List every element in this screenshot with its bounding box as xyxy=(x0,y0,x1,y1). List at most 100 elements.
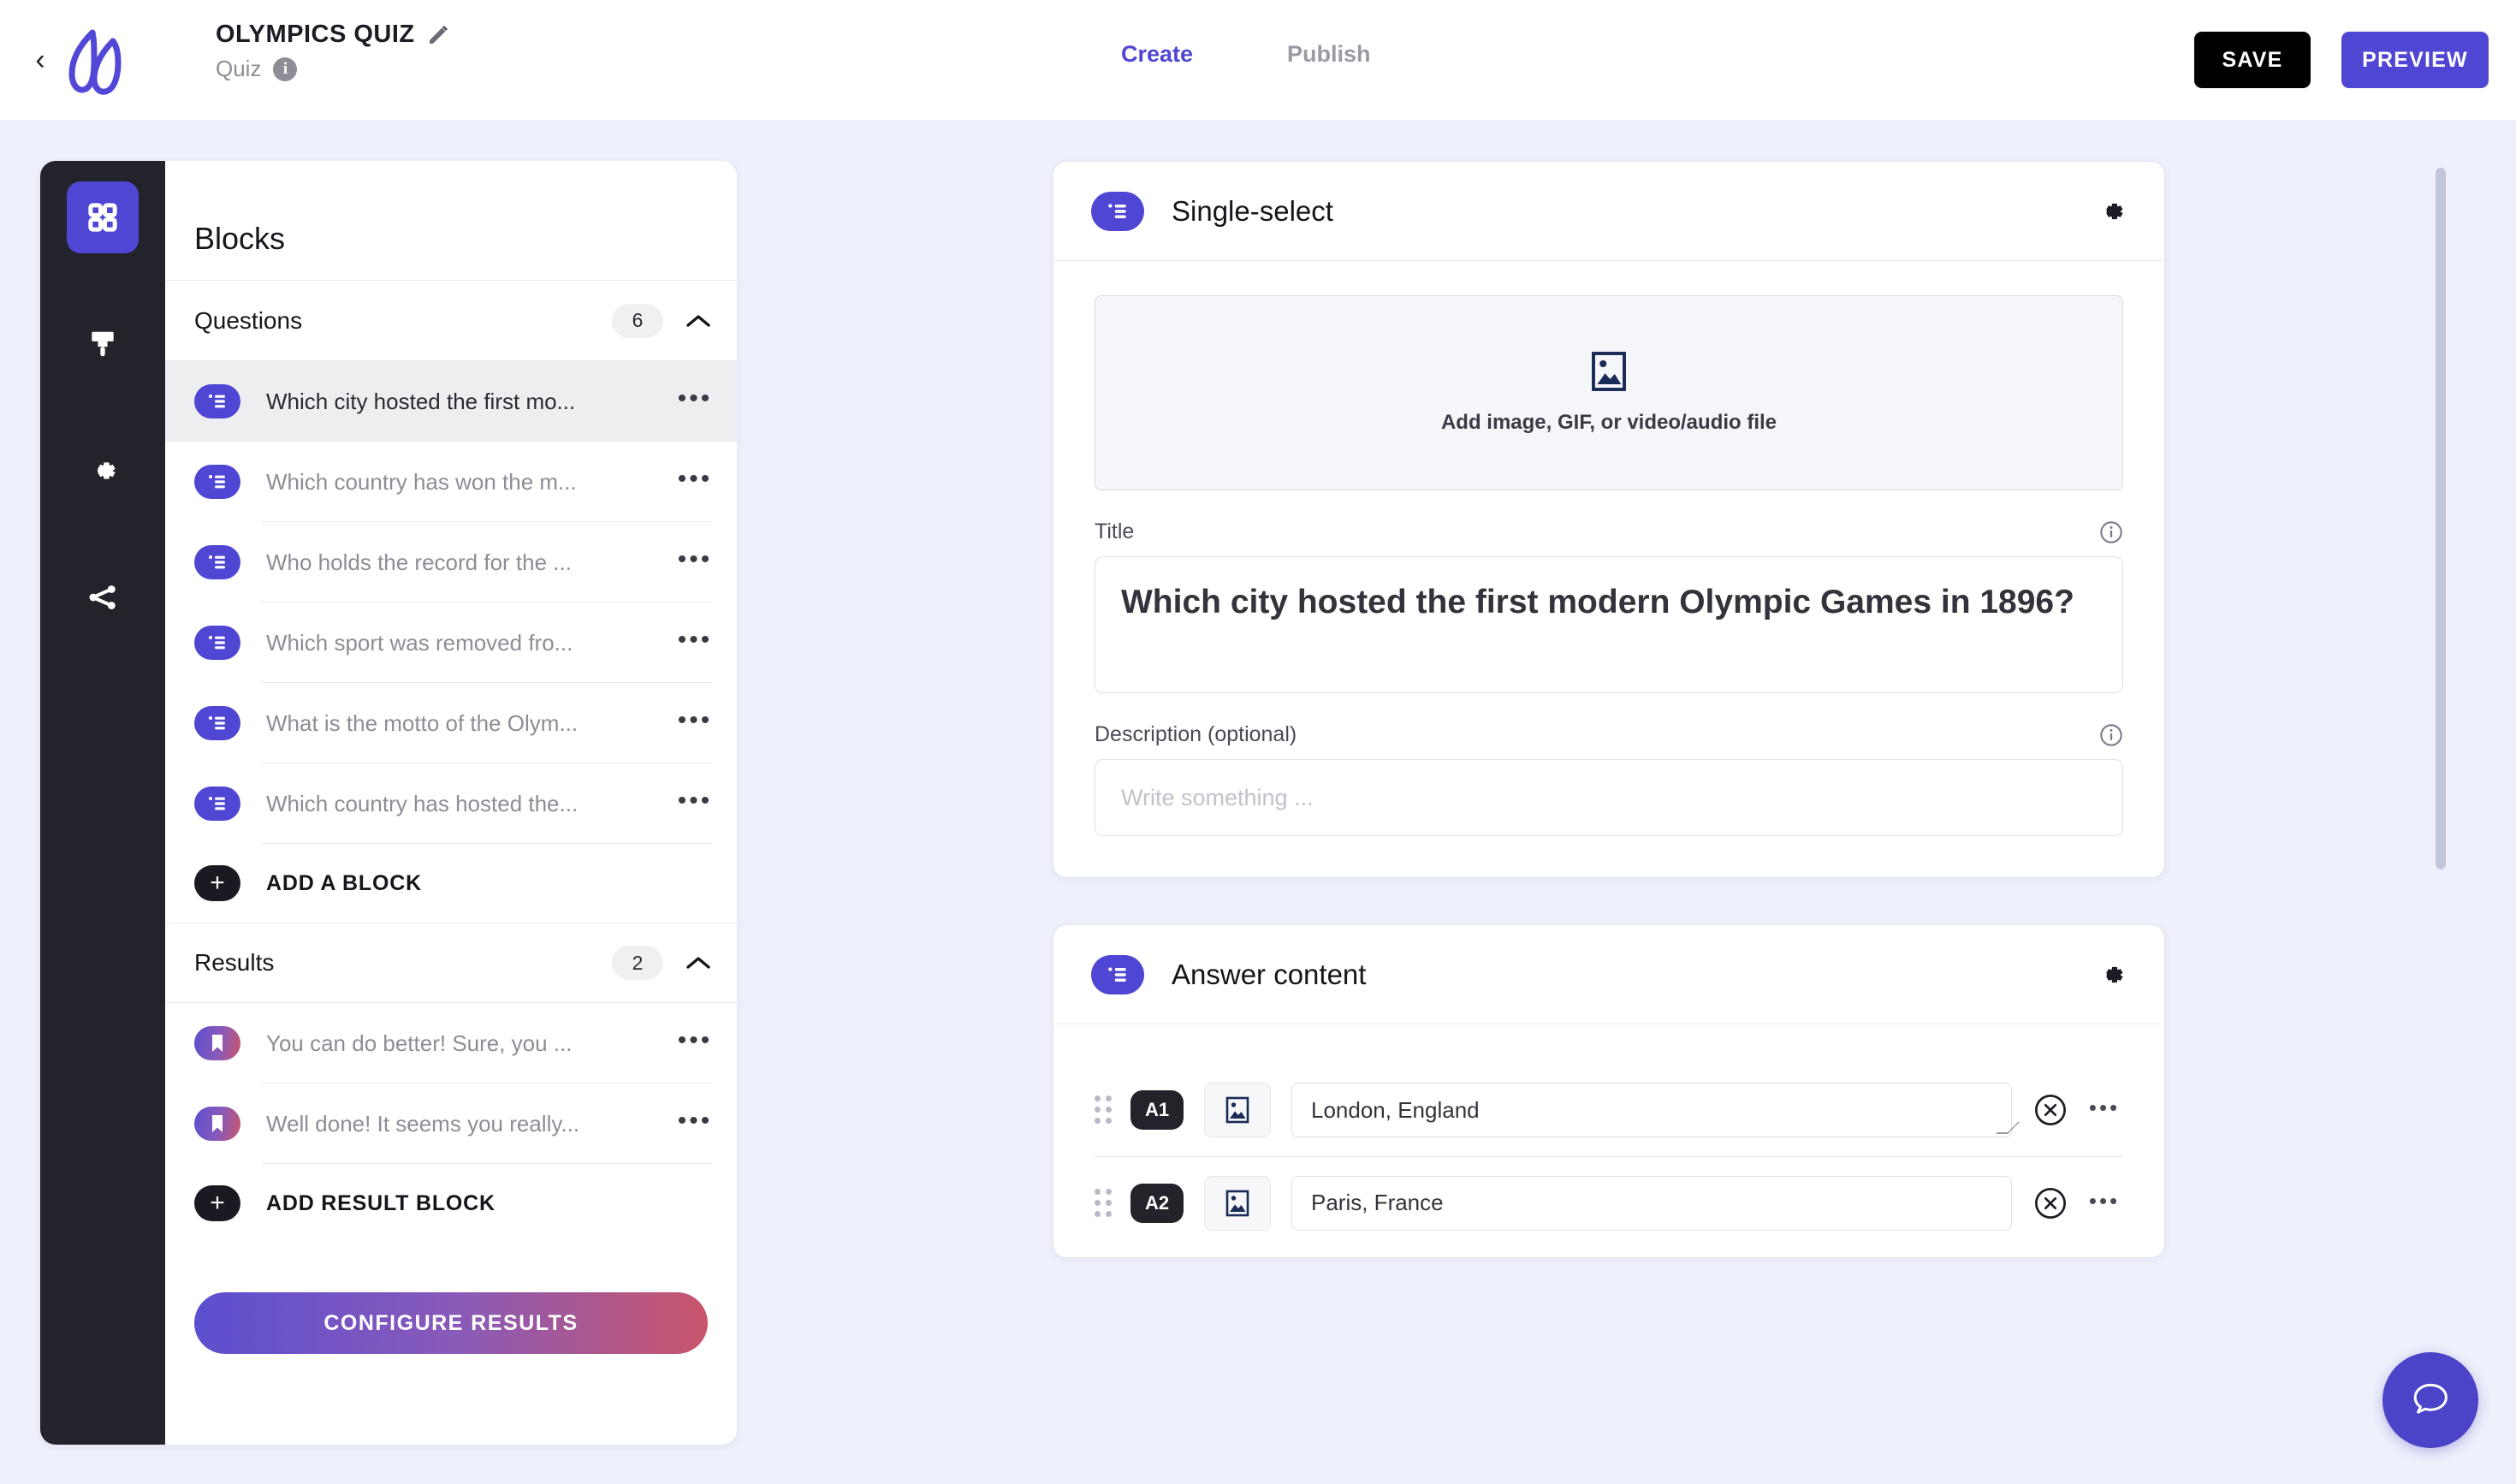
question-list-item[interactable]: Which sport was removed fro... ••• xyxy=(165,603,737,683)
list-icon xyxy=(1091,191,1144,231)
question-menu-icon[interactable]: ••• xyxy=(675,788,715,814)
icon-rail xyxy=(40,161,165,1445)
question-card-header: Single-select xyxy=(1053,162,2164,261)
question-list-item[interactable]: What is the motto of the Olym... ••• xyxy=(165,683,737,763)
add-result-block-button[interactable]: + ADD RESULT BLOCK xyxy=(165,1164,737,1243)
question-list-item[interactable]: Which country has hosted the... ••• xyxy=(165,763,737,844)
title-group: OLYMPICS QUIZ Quiz i xyxy=(216,21,449,82)
plus-icon: + xyxy=(194,1185,240,1221)
question-label: Which sport was removed fro... xyxy=(266,629,573,656)
add-a-block-label: ADD A BLOCK xyxy=(266,870,422,895)
answer-row: A2 Paris, France ••• xyxy=(1095,1156,2123,1249)
questions-section-title: Questions xyxy=(194,306,303,334)
save-button[interactable]: SAVE xyxy=(2194,32,2311,88)
description-field-label: Description (optional) xyxy=(1095,722,1297,746)
question-list-item[interactable]: Which country has won the m... ••• xyxy=(165,442,737,522)
answer-content-card: Answer content A1 London, England ••• A2… xyxy=(1053,924,2165,1258)
results-count-badge: 2 xyxy=(612,946,663,980)
answer-key-badge: A1 xyxy=(1130,1090,1184,1130)
media-upload-label: Add image, GIF, or video/audio file xyxy=(1440,411,1777,434)
list-icon xyxy=(194,626,240,660)
plus-icon: + xyxy=(194,865,240,901)
list-icon xyxy=(194,384,240,418)
answer-image-button[interactable] xyxy=(1204,1175,1271,1231)
clear-circle-icon[interactable] xyxy=(2034,1094,2067,1126)
answer-key-badge: A2 xyxy=(1130,1183,1184,1223)
question-menu-icon[interactable]: ••• xyxy=(675,708,715,733)
chat-support-button[interactable] xyxy=(2382,1352,2478,1448)
list-icon xyxy=(194,706,240,740)
preview-button[interactable]: PREVIEW xyxy=(2341,32,2489,88)
title-field-label: Title xyxy=(1095,519,1135,543)
drag-handle-icon[interactable] xyxy=(1095,1188,1117,1218)
chevron-up-icon[interactable] xyxy=(685,955,711,971)
results-section-title: Results xyxy=(194,949,275,976)
gear-icon[interactable] xyxy=(2096,959,2127,990)
page-title: OLYMPICS QUIZ xyxy=(216,21,415,48)
questions-section-header[interactable]: Questions 6 xyxy=(165,281,737,361)
answer-menu-icon[interactable]: ••• xyxy=(2086,1190,2123,1212)
question-menu-icon[interactable]: ••• xyxy=(675,627,715,653)
tab-publish[interactable]: Publish xyxy=(1287,41,1371,68)
result-menu-icon[interactable]: ••• xyxy=(675,1028,715,1054)
view-tabs: Create Publish xyxy=(1121,41,1371,68)
clear-circle-icon[interactable] xyxy=(2034,1187,2067,1220)
answer-menu-icon[interactable]: ••• xyxy=(2086,1096,2123,1119)
rail-item-design[interactable] xyxy=(67,308,139,380)
paintbrush-icon xyxy=(92,331,114,357)
image-icon xyxy=(1225,1096,1249,1124)
title-input[interactable]: Which city hosted the first modern Olymp… xyxy=(1095,556,2123,693)
resize-grip-icon[interactable] xyxy=(1996,1122,2020,1134)
question-type-label: Single-select xyxy=(1172,194,1333,227)
list-icon xyxy=(194,787,240,821)
scrollbar-thumb[interactable] xyxy=(2436,168,2446,870)
configure-results-button[interactable]: CONFIGURE RESULTS xyxy=(194,1292,708,1354)
info-icon[interactable]: i xyxy=(273,56,298,81)
question-list-item[interactable]: Which city hosted the first mo... ••• xyxy=(165,361,737,442)
row-divider xyxy=(261,1163,713,1164)
pencil-icon[interactable] xyxy=(427,24,449,46)
chevron-up-icon[interactable] xyxy=(685,313,711,329)
add-a-block-button[interactable]: + ADD A BLOCK xyxy=(165,844,737,923)
question-label: What is the motto of the Olym... xyxy=(266,709,579,736)
rail-item-blocks[interactable] xyxy=(67,181,139,253)
question-label: Who holds the record for the ... xyxy=(266,549,572,575)
question-label: Which country has won the m... xyxy=(266,468,577,495)
main-content: Single-select Add image, GIF, or video/a… xyxy=(1053,161,2165,1304)
drag-handle-icon[interactable] xyxy=(1095,1095,1117,1125)
result-list-item[interactable]: You can do better! Sure, you ... ••• xyxy=(165,1003,737,1083)
app-logo-icon[interactable] xyxy=(60,26,139,98)
rail-item-share[interactable] xyxy=(67,561,139,633)
question-menu-icon[interactable]: ••• xyxy=(675,547,715,573)
result-list-item[interactable]: Well done! It seems you really... ••• xyxy=(165,1083,737,1164)
answer-text-input[interactable]: Paris, France xyxy=(1291,1175,2012,1231)
gear-icon[interactable] xyxy=(2096,196,2127,227)
info-outline-icon[interactable] xyxy=(2099,723,2123,747)
image-icon xyxy=(1225,1190,1249,1216)
question-list-item[interactable]: Who holds the record for the ... ••• xyxy=(165,522,737,603)
list-icon xyxy=(194,545,240,579)
blocks-panel-body: Blocks Questions 6 Which city hosted the… xyxy=(165,161,737,1445)
page-subtitle: Quiz xyxy=(216,56,262,81)
questions-count-badge: 6 xyxy=(612,303,663,338)
tab-create[interactable]: Create xyxy=(1121,41,1193,68)
answer-image-button[interactable] xyxy=(1204,1083,1271,1137)
answer-content-label: Answer content xyxy=(1172,958,1367,990)
question-block-card: Single-select Add image, GIF, or video/a… xyxy=(1053,161,2165,878)
back-chevron-icon[interactable]: ‹ xyxy=(26,45,55,75)
title-field-label-row: Title xyxy=(1095,519,2123,544)
answer-text-input[interactable]: London, England xyxy=(1291,1083,2020,1137)
result-label: Well done! It seems you really... xyxy=(266,1110,580,1137)
result-menu-icon[interactable]: ••• xyxy=(675,1108,715,1134)
results-section-header[interactable]: Results 2 xyxy=(165,923,737,1003)
description-input[interactable]: Write something ... xyxy=(1095,759,2123,836)
bookmark-icon xyxy=(194,1026,240,1060)
question-menu-icon[interactable]: ••• xyxy=(675,386,715,412)
rail-item-settings[interactable] xyxy=(67,435,139,507)
question-menu-icon[interactable]: ••• xyxy=(675,466,715,492)
media-upload-dropzone[interactable]: Add image, GIF, or video/audio file xyxy=(1095,295,2123,490)
left-panel: Blocks Questions 6 Which city hosted the… xyxy=(40,161,737,1445)
gear-icon xyxy=(97,462,116,479)
image-icon xyxy=(1592,352,1626,391)
info-outline-icon[interactable] xyxy=(2099,520,2123,544)
